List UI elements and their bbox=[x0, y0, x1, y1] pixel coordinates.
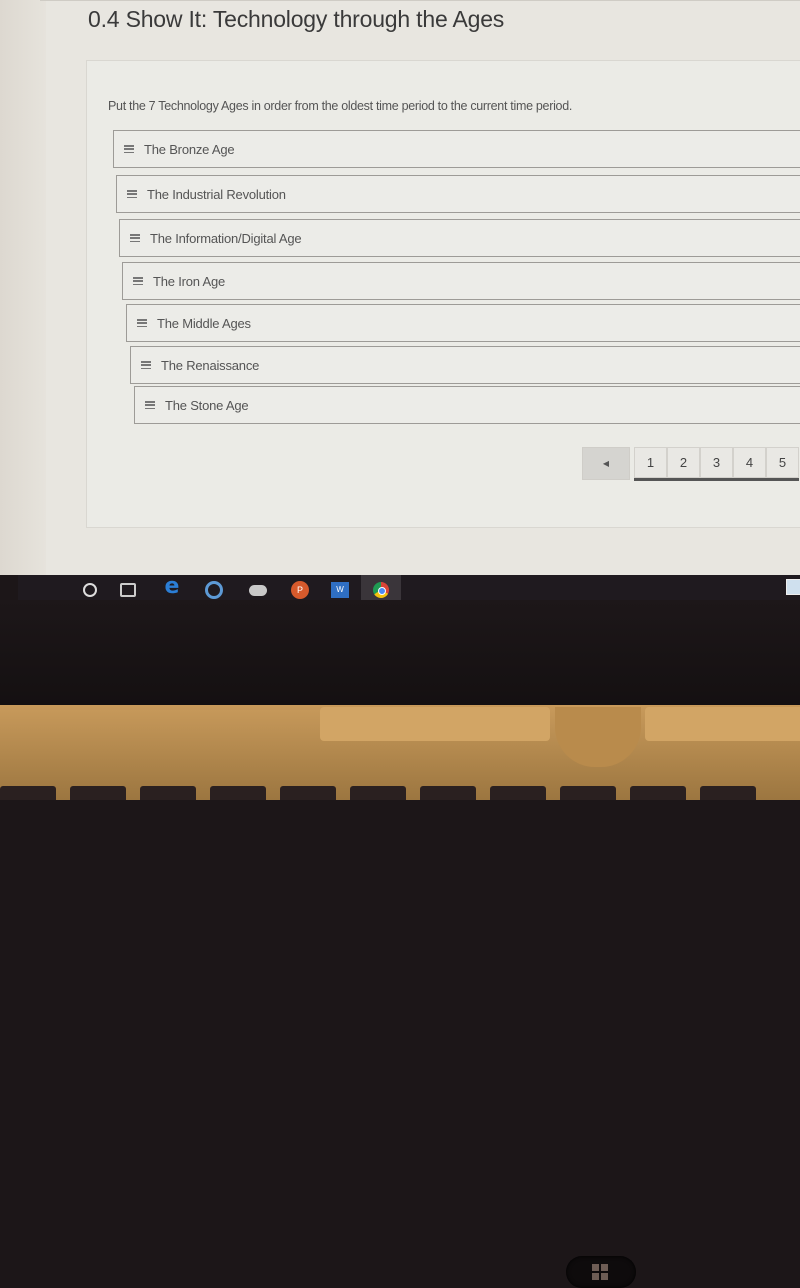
notification-tray-icon[interactable] bbox=[786, 579, 800, 595]
sortable-item-label: The Renaissance bbox=[161, 357, 260, 373]
drag-handle-icon[interactable] bbox=[137, 319, 147, 327]
hinge bbox=[320, 707, 550, 741]
hardware-windows-button bbox=[566, 1256, 636, 1288]
sortable-item-label: The Bronze Age bbox=[144, 141, 235, 157]
chrome-icon[interactable] bbox=[371, 580, 391, 600]
page-title: 0.4 Show It: Technology through the Ages bbox=[88, 6, 505, 32]
task-view-icon[interactable] bbox=[118, 580, 138, 600]
pagination: ◀ 1 2 3 4 5 bbox=[582, 447, 799, 481]
sortable-item[interactable]: The Renaissance bbox=[130, 346, 800, 384]
sortable-item-label: The Information/Digital Age bbox=[150, 230, 302, 246]
screen-glare bbox=[0, 0, 46, 575]
header-divider bbox=[40, 0, 800, 1]
page-button[interactable]: 4 bbox=[733, 447, 766, 478]
page-button[interactable]: 2 bbox=[667, 447, 700, 478]
page-button[interactable]: 5 bbox=[766, 447, 799, 478]
cortana-search-icon[interactable] bbox=[80, 580, 100, 600]
sortable-item[interactable]: The Information/Digital Age bbox=[119, 219, 800, 257]
keyboard-row bbox=[0, 786, 800, 800]
previous-page-button[interactable]: ◀ bbox=[582, 447, 630, 480]
page-button[interactable]: 1 bbox=[634, 447, 667, 478]
word-glyph: W bbox=[331, 582, 349, 598]
page-button[interactable]: 3 bbox=[700, 447, 733, 478]
page-list: 1 2 3 4 5 bbox=[634, 447, 799, 481]
edge-icon[interactable]: e bbox=[162, 574, 182, 599]
windows-logo-icon[interactable] bbox=[40, 583, 55, 598]
sortable-item[interactable]: The Industrial Revolution bbox=[116, 175, 800, 213]
drag-handle-icon[interactable] bbox=[133, 277, 143, 285]
powerpoint-glyph: P bbox=[291, 581, 309, 599]
caret-left-icon: ◀ bbox=[602, 459, 610, 468]
screen: 0.4 Show It: Technology through the Ages… bbox=[0, 0, 800, 575]
sortable-item[interactable]: The Iron Age bbox=[122, 262, 800, 300]
sortable-item-label: The Middle Ages bbox=[157, 315, 251, 331]
drag-handle-icon[interactable] bbox=[130, 234, 140, 242]
laptop-bezel bbox=[0, 600, 800, 1288]
question-instructions: Put the 7 Technology Ages in order from … bbox=[108, 99, 573, 113]
sortable-item[interactable]: The Stone Age bbox=[134, 386, 800, 424]
drag-handle-icon[interactable] bbox=[141, 361, 151, 369]
hinge bbox=[645, 707, 800, 741]
circle-app-icon[interactable] bbox=[204, 580, 224, 600]
windows-logo-icon bbox=[592, 1264, 608, 1280]
drag-handle-icon[interactable] bbox=[124, 145, 134, 153]
drag-handle-icon[interactable] bbox=[127, 190, 137, 198]
sortable-item-label: The Iron Age bbox=[153, 273, 226, 289]
drag-handle-icon[interactable] bbox=[145, 401, 155, 409]
sortable-item-label: The Industrial Revolution bbox=[147, 186, 286, 202]
sortable-item[interactable]: The Bronze Age bbox=[113, 130, 800, 168]
word-icon[interactable]: W bbox=[330, 580, 350, 600]
sortable-item[interactable]: The Middle Ages bbox=[126, 304, 800, 342]
cloud-app-icon[interactable] bbox=[248, 580, 268, 600]
sortable-item-label: The Stone Age bbox=[165, 397, 249, 413]
powerpoint-icon[interactable]: P bbox=[290, 580, 310, 600]
